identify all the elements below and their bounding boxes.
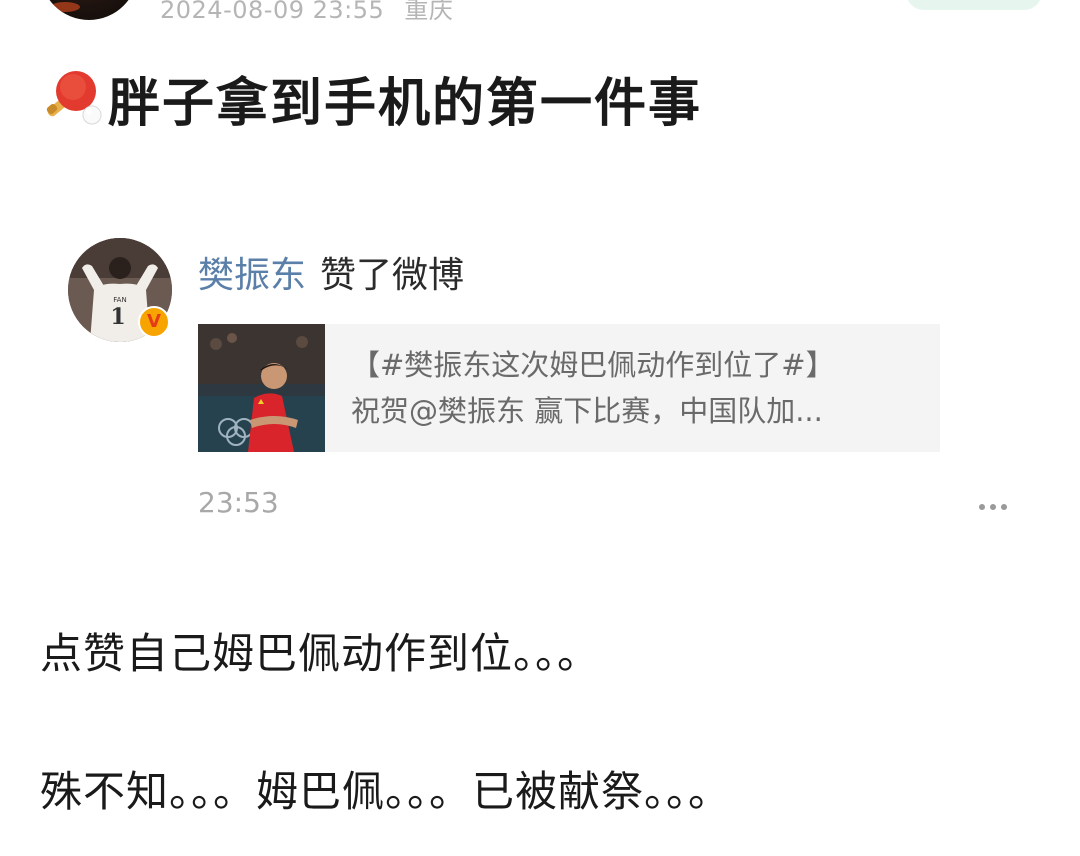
jersey-name-text: FAN (113, 296, 126, 304)
ping-pong-paddle-icon (46, 71, 102, 125)
card-header: 樊振东 赞了微博 (198, 246, 464, 298)
card-timestamp: 23:53 (198, 486, 279, 519)
follow-button[interactable] (906, 0, 1042, 10)
post-meta: 2024-08-09 23:55 重庆 (160, 0, 453, 25)
quoted-weibo-line-2: 祝贺@樊振东 赢下比赛，中国队加... (351, 394, 823, 428)
post-title-row: 胖子拿到手机的第一件事 (40, 60, 702, 136)
post-body-line-1: 点赞自己姆巴佩动作到位。。。 (40, 629, 601, 678)
quoted-weibo-thumbnail (198, 324, 325, 452)
quoted-weibo-line-1: 【#樊振东这次姆巴佩动作到位了#】 (351, 348, 835, 382)
card-action-text: 赞了微博 (320, 255, 465, 296)
more-horizontal-icon[interactable] (976, 497, 1010, 517)
post-location: 重庆 (404, 0, 454, 24)
post-screen: 2024-08-09 23:55 重庆 胖子拿到手机的第一件事 FAN 1 V (0, 0, 1080, 856)
verified-badge: V (138, 306, 170, 338)
post-body-line-2: 殊不知。。。姆巴佩。。。已被献祭。。。 (40, 767, 732, 816)
verified-badge-letter: V (147, 311, 161, 332)
card-username-link[interactable]: 樊振东 (198, 255, 306, 296)
quoted-weibo-text: 【#樊振东这次姆巴佩动作到位了#】 祝贺@樊振东 赢下比赛，中国队加... (325, 324, 835, 452)
author-avatar[interactable] (40, 0, 138, 20)
post-title: 胖子拿到手机的第一件事 (108, 73, 703, 134)
jersey-number-text: 1 (110, 304, 125, 330)
quoted-weibo[interactable]: 【#樊振东这次姆巴佩动作到位了#】 祝贺@樊振东 赢下比赛，中国队加... (198, 324, 940, 452)
post-datetime: 2024-08-09 23:55 (160, 0, 385, 24)
